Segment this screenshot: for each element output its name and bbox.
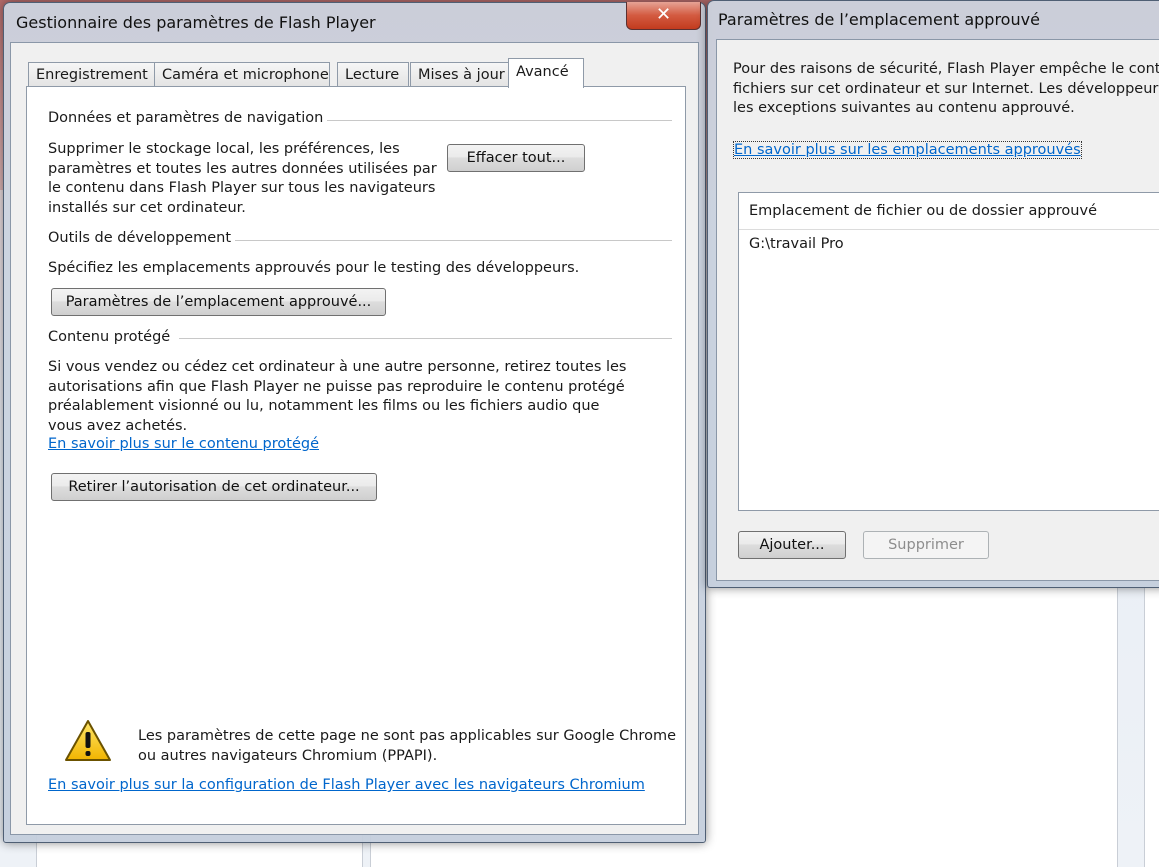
intro-line-2: fichiers sur cet ordinateur et sur Inter… bbox=[733, 81, 1159, 97]
dev-tools-description: Spécifiez les emplacements approuvés pou… bbox=[48, 260, 580, 276]
protected-content-description: Si vous vendez ou cédez cet ordinateur à… bbox=[48, 359, 627, 434]
protected-content-learn-more-link[interactable]: En savoir plus sur le contenu protégé bbox=[48, 436, 319, 452]
add-button[interactable]: Ajouter... bbox=[738, 531, 846, 559]
intro-line-1: Pour des raisons de sécurité, Flash Play… bbox=[733, 61, 1159, 77]
section-divider bbox=[327, 120, 672, 121]
deauthorize-computer-button[interactable]: Retirer l’autorisation de cet ordinateur… bbox=[51, 473, 377, 501]
tab-avance[interactable]: Avancé bbox=[508, 58, 584, 88]
window-client-area: Pour des raisons de sécurité, Flash Play… bbox=[716, 39, 1159, 581]
remove-button[interactable]: Supprimer bbox=[863, 531, 989, 559]
title-bar[interactable]: Paramètres de l’emplacement approuvé bbox=[708, 1, 1159, 41]
window-title: Paramètres de l’emplacement approuvé bbox=[718, 10, 1040, 29]
tab-mises-a-jour[interactable]: Mises à jour bbox=[410, 62, 516, 87]
section-heading-browsing: Données et paramètres de navigation bbox=[48, 110, 324, 126]
warning-icon bbox=[65, 720, 111, 761]
tab-camera-microphone[interactable]: Caméra et microphone bbox=[154, 62, 330, 87]
trusted-locations-list[interactable]: Emplacement de fichier ou de dossier app… bbox=[738, 192, 1159, 511]
background-window-panel bbox=[1144, 588, 1159, 867]
browsing-description: Supprimer le stockage local, les préfére… bbox=[48, 141, 437, 216]
trusted-location-settings-button[interactable]: Paramètres de l’emplacement approuvé... bbox=[51, 288, 386, 316]
section-divider bbox=[235, 240, 672, 241]
window-client-area: Enregistrement Caméra et microphone Lect… bbox=[10, 42, 699, 835]
flash-settings-manager-window: Gestionnaire des paramètres de Flash Pla… bbox=[3, 2, 706, 843]
trusted-locations-learn-more-link[interactable]: En savoir plus sur les emplacements appr… bbox=[733, 141, 1082, 159]
list-item[interactable]: G:\travail Pro bbox=[749, 236, 844, 252]
chromium-configuration-link[interactable]: En savoir plus sur la configuration de F… bbox=[48, 777, 645, 793]
trusted-location-settings-window: Paramètres de l’emplacement approuvé Pou… bbox=[707, 0, 1159, 588]
title-bar[interactable]: Gestionnaire des paramètres de Flash Pla… bbox=[4, 3, 705, 43]
close-button[interactable]: ✕ bbox=[626, 2, 701, 30]
tab-enregistrement[interactable]: Enregistrement bbox=[28, 62, 155, 87]
advanced-tab-panel: Données et paramètres de navigation Supp… bbox=[26, 86, 686, 825]
section-divider bbox=[179, 338, 672, 339]
chromium-warning-text: Les paramètres de cette page ne sont pas… bbox=[138, 728, 676, 764]
section-heading-dev-tools: Outils de développement bbox=[48, 230, 232, 246]
intro-line-3: les exceptions suivantes au contenu appr… bbox=[733, 100, 1075, 116]
list-column-header-label: Emplacement de fichier ou de dossier app… bbox=[749, 203, 1097, 219]
window-title: Gestionnaire des paramètres de Flash Pla… bbox=[16, 13, 376, 32]
list-column-header[interactable]: Emplacement de fichier ou de dossier app… bbox=[739, 193, 1159, 230]
tab-lecture[interactable]: Lecture bbox=[337, 62, 409, 87]
section-heading-protected-content: Contenu protégé bbox=[48, 329, 171, 345]
clear-all-button[interactable]: Effacer tout... bbox=[447, 144, 585, 172]
